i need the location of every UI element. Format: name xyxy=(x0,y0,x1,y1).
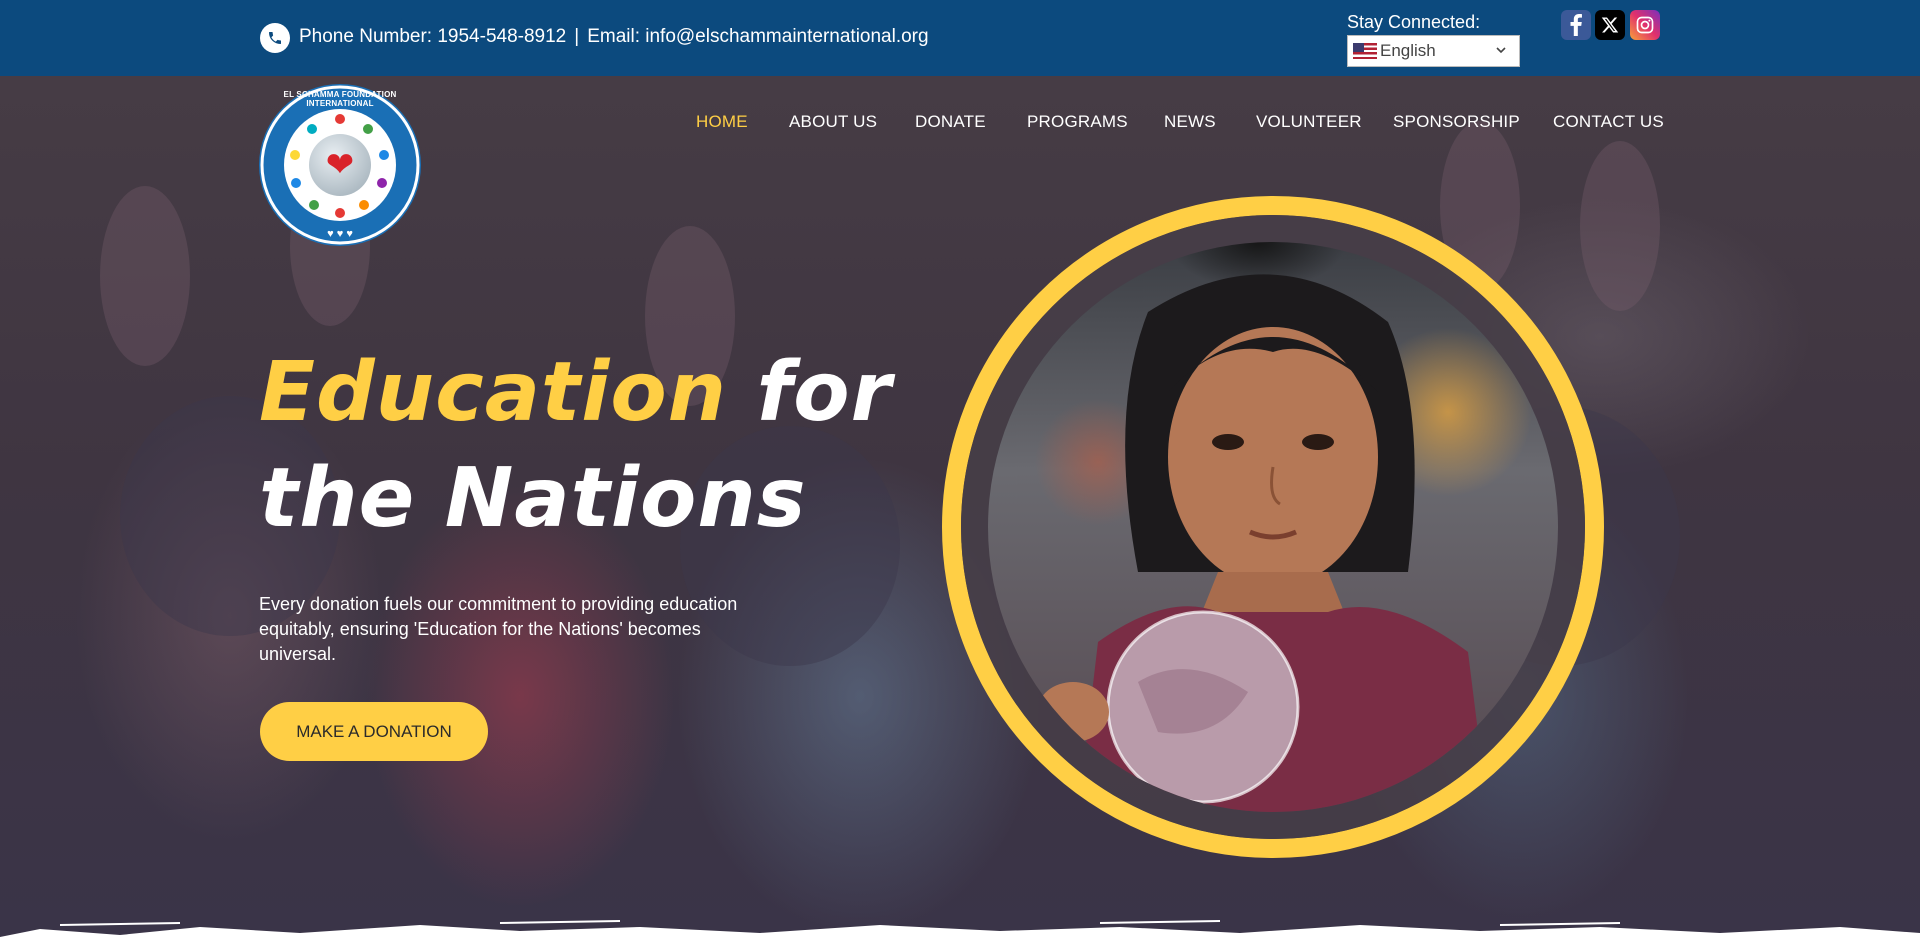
chevron-down-icon xyxy=(1495,44,1507,59)
contact-separator: | xyxy=(574,26,580,47)
hero-section: ❤ EL SCHAMMA FOUNDATION INTERNATIONAL ♥ … xyxy=(0,76,1920,947)
facebook-icon[interactable] xyxy=(1561,10,1591,40)
top-contact-bar: Phone Number: 1954-548-8912 | Email: info@… xyxy=(0,0,1920,76)
email-link[interactable]: Email: info@elschammainternational.org xyxy=(587,26,928,47)
hero-headline-line2: the Nations xyxy=(259,451,807,546)
nav-contact-us[interactable]: CONTACT US xyxy=(1553,112,1664,132)
language-selector[interactable]: English xyxy=(1347,35,1520,67)
phone-icon xyxy=(260,23,290,53)
language-selected-value: English xyxy=(1380,41,1436,60)
nav-sponsorship[interactable]: SPONSORSHIP xyxy=(1393,112,1520,132)
nav-about-us[interactable]: ABOUT US xyxy=(789,112,877,132)
headline-highlight: Education xyxy=(259,345,728,440)
hero-description: Every donation fuels our commitment to p… xyxy=(259,594,738,664)
instagram-icon[interactable] xyxy=(1630,10,1660,40)
phone-number-text[interactable]: Phone Number: 1954-548-8912 xyxy=(299,26,566,47)
make-donation-button[interactable]: MAKE A DONATION xyxy=(260,702,488,761)
us-flag-icon xyxy=(1353,43,1377,59)
nav-volunteer[interactable]: VOLUNTEER xyxy=(1256,112,1362,132)
children-figures-icon xyxy=(290,114,389,218)
foundation-logo[interactable]: ❤ EL SCHAMMA FOUNDATION INTERNATIONAL ♥ … xyxy=(259,84,421,246)
x-twitter-icon[interactable] xyxy=(1595,10,1625,40)
girl-illustration xyxy=(1037,274,1488,812)
nav-home[interactable]: HOME xyxy=(696,112,748,132)
stay-connected-label: Stay Connected: xyxy=(1347,12,1481,32)
hero-headline-line1: Education for xyxy=(259,352,892,434)
contact-info: Phone Number: 1954-548-8912 | Email: info@… xyxy=(299,26,929,48)
logo-inner-circle: ❤ xyxy=(284,109,396,221)
nav-programs[interactable]: PROGRAMS xyxy=(1027,112,1128,132)
brush-stroke-divider xyxy=(0,920,1920,947)
headline-for: for xyxy=(756,345,893,440)
nav-news[interactable]: NEWS xyxy=(1164,112,1216,132)
logo-hearts: ♥ ♥ ♥ xyxy=(327,228,353,240)
logo-ring-text: EL SCHAMMA FOUNDATION INTERNATIONAL xyxy=(283,90,397,108)
nav-donate[interactable]: DONATE xyxy=(915,112,986,132)
girl-holding-globe-photo xyxy=(988,242,1558,812)
